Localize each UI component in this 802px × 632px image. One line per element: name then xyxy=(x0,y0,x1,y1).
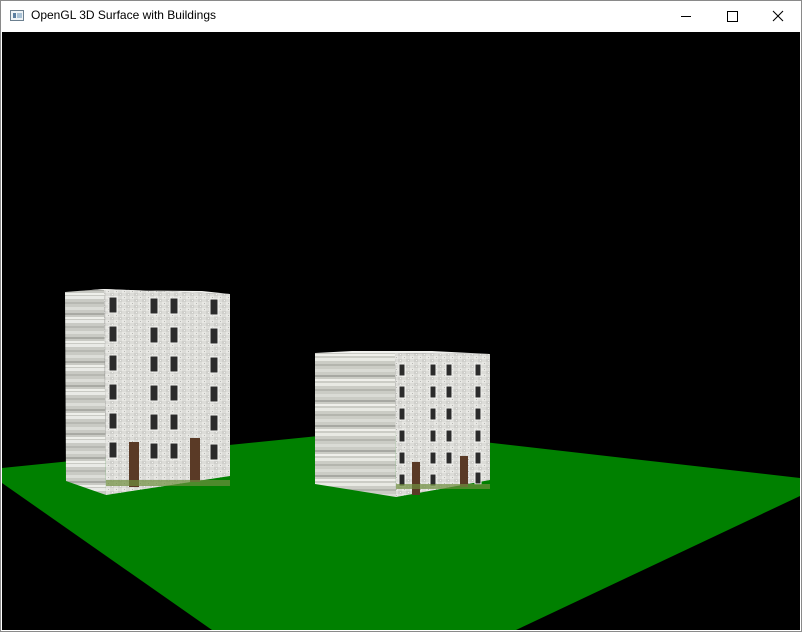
maximize-button[interactable] xyxy=(709,1,755,31)
minimize-button[interactable] xyxy=(663,1,709,31)
scene-canvas xyxy=(2,289,800,630)
close-icon xyxy=(772,10,784,22)
building-left xyxy=(65,289,230,495)
title-bar[interactable]: OpenGL 3D Surface with Buildings xyxy=(1,1,801,31)
window-title: OpenGL 3D Surface with Buildings xyxy=(31,8,216,22)
minimize-icon xyxy=(681,16,691,17)
opengl-viewport[interactable] xyxy=(2,32,800,630)
app-window: OpenGL 3D Surface with Buildings xyxy=(0,0,802,632)
maximize-icon xyxy=(727,11,738,22)
close-button[interactable] xyxy=(755,1,801,31)
app-icon[interactable] xyxy=(10,10,24,21)
building-right xyxy=(315,351,490,497)
